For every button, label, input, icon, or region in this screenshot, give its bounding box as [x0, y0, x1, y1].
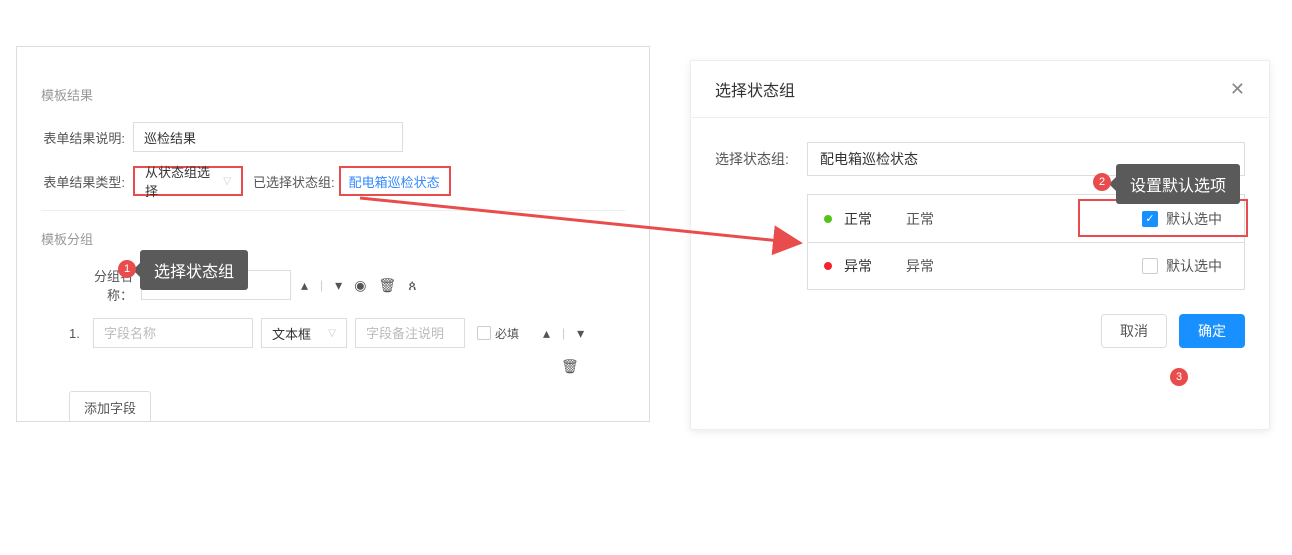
divider: [41, 210, 625, 211]
move-down-icon[interactable]: ▾: [335, 277, 342, 294]
move-up-icon[interactable]: ▴: [543, 325, 550, 342]
modal-body: 选择状态组: 正常 正常 ✓ 默认选中 异常 异常 默认选中: [691, 118, 1269, 314]
template-form-panel: 模板结果 表单结果说明: 表单结果类型: 从状态组选择 ▽ 已选择状态组: 配电…: [16, 46, 650, 422]
group-icon-toolbar: ▴ | ▾ ◉ 🗑 ጰ: [301, 277, 417, 294]
default-label: 默认选中: [1166, 256, 1222, 276]
default-checkbox-checked[interactable]: ✓ 默认选中: [1142, 209, 1222, 229]
move-down-icon[interactable]: ▾: [577, 325, 584, 342]
checkbox-empty-icon: [1142, 258, 1158, 274]
field-delete-icon[interactable]: 🗑: [561, 358, 625, 375]
section-title-group: 模板分组: [41, 229, 625, 248]
add-field-button[interactable]: 添加字段: [69, 391, 151, 422]
required-label: 必填: [495, 325, 519, 342]
field-remark-input[interactable]: [355, 318, 465, 348]
result-type-select-value: 从状态组选择: [145, 162, 215, 200]
separator-icon: |: [562, 326, 565, 340]
status-dot-green-icon: [824, 215, 832, 223]
default-label: 默认选中: [1166, 209, 1222, 229]
result-desc-input[interactable]: [133, 122, 403, 152]
annotation-callout-2: 设置默认选项: [1116, 164, 1240, 204]
move-up-icon[interactable]: ▴: [301, 277, 308, 294]
user-icon[interactable]: ጰ: [408, 277, 416, 294]
status-name: 异常: [844, 256, 894, 276]
modal-title: 选择状态组: [715, 77, 795, 101]
select-group-label: 选择状态组:: [715, 149, 807, 169]
modal-header: 选择状态组 ✕: [691, 61, 1269, 118]
annotation-badge-3: 3: [1170, 368, 1188, 386]
callout-text: 选择状态组: [154, 264, 234, 281]
field-row: 1. 文本框 ▽ 必填 ▴ | ▾: [41, 318, 625, 348]
delete-icon[interactable]: 🗑: [378, 277, 396, 294]
status-dot-red-icon: [824, 262, 832, 270]
result-desc-row: 表单结果说明:: [41, 122, 625, 152]
close-icon[interactable]: ✕: [1230, 79, 1245, 100]
status-text: 异常: [906, 256, 1142, 276]
confirm-button[interactable]: 确定: [1179, 314, 1245, 348]
selected-group-label: 已选择状态组:: [253, 172, 335, 191]
field-type-value: 文本框: [272, 324, 311, 343]
annotation-badge-2: 2: [1093, 173, 1111, 191]
section-title-result: 模板结果: [41, 85, 625, 104]
status-name: 正常: [844, 209, 894, 229]
selected-group-link[interactable]: 配电箱巡检状态: [339, 166, 451, 196]
field-icon-toolbar: ▴ | ▾: [543, 325, 584, 342]
cancel-button[interactable]: 取消: [1101, 314, 1167, 348]
field-name-input[interactable]: [93, 318, 253, 348]
modal-footer: 取消 确定: [691, 314, 1269, 368]
chevron-down-icon: ▽: [328, 328, 336, 339]
result-type-select[interactable]: 从状态组选择 ▽: [133, 166, 243, 196]
field-index: 1.: [69, 326, 93, 341]
result-type-label: 表单结果类型:: [41, 172, 133, 191]
chevron-down-icon: ▽: [223, 176, 231, 187]
status-row-abnormal[interactable]: 异常 异常 默认选中: [807, 242, 1245, 290]
status-text: 正常: [906, 209, 1142, 229]
annotation-badge-1: 1: [118, 260, 136, 278]
checkbox-checked-icon: ✓: [1142, 211, 1158, 227]
annotation-callout-1: 选择状态组: [140, 250, 248, 290]
result-type-row: 表单结果类型: 从状态组选择 ▽ 已选择状态组: 配电箱巡检状态: [41, 166, 625, 196]
callout-text: 设置默认选项: [1130, 178, 1226, 195]
eye-icon[interactable]: ◉: [354, 277, 366, 294]
required-checkbox[interactable]: 必填: [477, 325, 519, 342]
checkbox-empty-icon: [477, 326, 491, 340]
result-desc-label: 表单结果说明:: [41, 128, 133, 147]
default-checkbox-unchecked[interactable]: 默认选中: [1142, 256, 1222, 276]
field-type-select[interactable]: 文本框 ▽: [261, 318, 347, 348]
separator-icon: |: [320, 278, 323, 292]
